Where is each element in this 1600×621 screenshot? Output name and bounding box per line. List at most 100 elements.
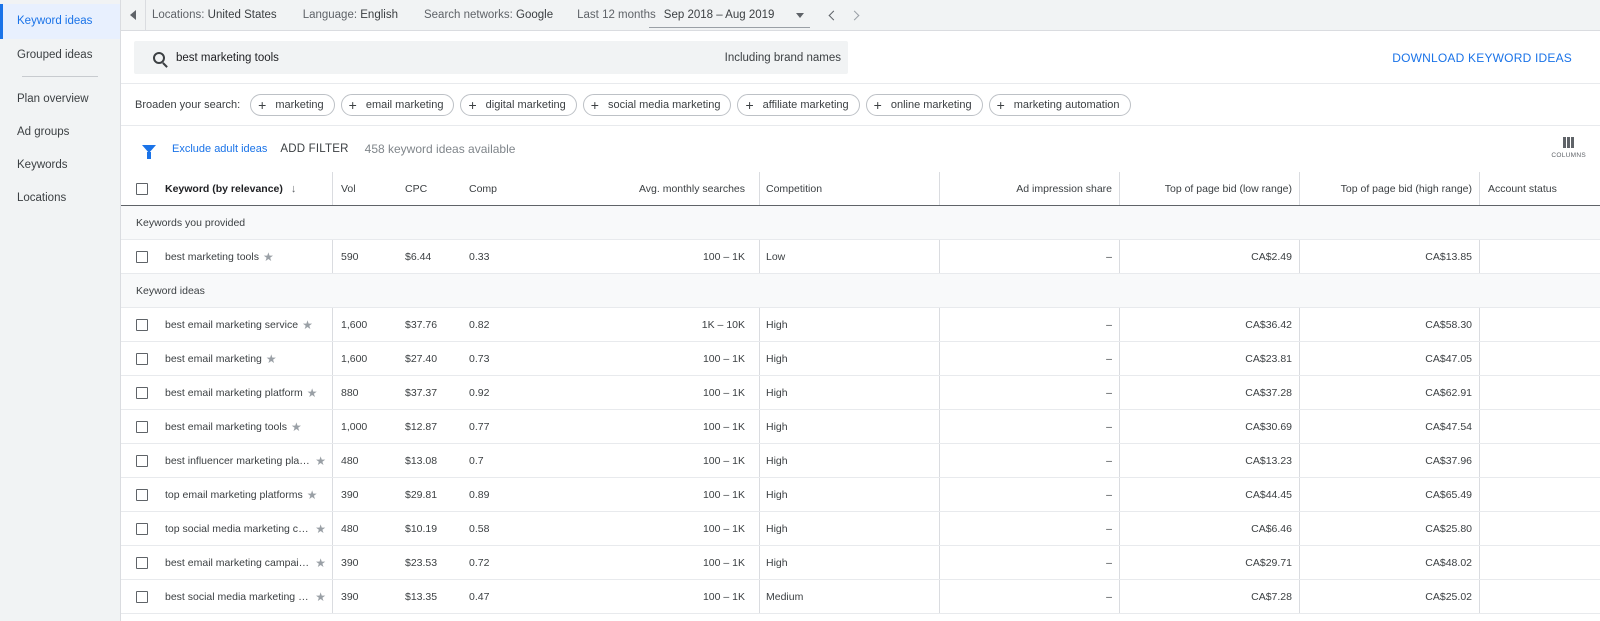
row-checkbox[interactable] (136, 556, 148, 569)
select-all-checkbox[interactable] (136, 182, 148, 195)
row-select-cell (121, 240, 165, 273)
keyword-search-box[interactable]: best marketing tools Including brand nam… (134, 41, 848, 74)
row-select-cell (121, 546, 165, 579)
competition-cell: High (760, 342, 940, 375)
star-icon[interactable]: ★ (315, 556, 326, 570)
table-row[interactable]: best influencer marketing platfo… ★ 480 $13… (121, 444, 1600, 478)
broaden-chip[interactable]: + marketing (250, 93, 335, 116)
date-range-select[interactable]: Last 12 months Sep 2018 – Aug 2019 (577, 9, 811, 28)
sidebar-item-ad-groups[interactable]: Ad groups (0, 116, 120, 149)
previous-period-icon[interactable] (828, 10, 839, 20)
vol-cell: 1,600 (341, 318, 368, 331)
cpc-cell: $6.44 (405, 250, 432, 263)
competition-cell: High (760, 410, 940, 443)
sidebar-item-locations[interactable]: Locations (0, 182, 120, 215)
broaden-chip[interactable]: + affiliate marketing (737, 93, 860, 116)
sidebar-item-keyword-ideas[interactable]: Keyword ideas (0, 4, 120, 39)
sidebar-item-plan-overview[interactable]: Plan overview (0, 83, 120, 116)
collapse-sidebar-button[interactable] (121, 0, 146, 31)
row-select-cell (121, 376, 165, 409)
table-row[interactable]: best email marketing tools ★ 1,000 $12.87 0.… (121, 410, 1600, 444)
cpc-cell: $13.35 (405, 590, 438, 603)
plus-icon: + (745, 96, 754, 113)
chip-label: marketing (275, 98, 324, 111)
star-icon[interactable]: ★ (315, 522, 326, 536)
next-period-icon[interactable] (849, 10, 860, 20)
row-checkbox[interactable] (136, 420, 148, 433)
broaden-chip[interactable]: + marketing automation (988, 93, 1131, 116)
table-row[interactable]: best marketing tools ★ 590 $6.44 0.33 100 – 1… (121, 240, 1600, 274)
header-vol[interactable]: Vol (333, 172, 399, 205)
broaden-chip[interactable]: + social media marketing (582, 93, 732, 116)
header-keyword[interactable]: Keyword (by relevance) ↓ (165, 172, 333, 205)
star-icon[interactable]: ★ (263, 250, 274, 264)
avg-monthly-searches-cell: 100 – 1K (533, 342, 760, 375)
search-input[interactable]: best marketing tools (176, 52, 725, 64)
exclude-adult-ideas-filter[interactable]: Exclude adult ideas (172, 143, 267, 155)
row-checkbox[interactable] (136, 522, 148, 535)
header-competition[interactable]: Competition (760, 172, 940, 205)
header-bid-low[interactable]: Top of page bid (low range) (1120, 172, 1300, 205)
sidebar-item-keywords[interactable]: Keywords (0, 149, 120, 182)
star-icon[interactable]: ★ (291, 420, 302, 434)
row-checkbox[interactable] (136, 454, 148, 467)
header-account-status[interactable]: Account status (1480, 172, 1600, 205)
bid-low-cell: CA$7.28 (1120, 580, 1300, 613)
row-checkbox[interactable] (136, 590, 148, 603)
vol-cell: 390 (341, 556, 359, 569)
broaden-chip[interactable]: + digital marketing (460, 93, 577, 116)
star-icon[interactable]: ★ (315, 454, 326, 468)
star-icon[interactable]: ★ (315, 590, 326, 604)
row-checkbox[interactable] (136, 318, 148, 331)
star-icon[interactable]: ★ (307, 488, 318, 502)
chip-label: digital marketing (485, 98, 566, 111)
vol-cell: 390 (341, 590, 359, 603)
table-row[interactable]: best email marketing ★ 1,600 $27.40 0.73 100 … (121, 342, 1600, 376)
row-checkbox[interactable] (136, 250, 148, 263)
star-icon[interactable]: ★ (307, 386, 318, 400)
header-cpc[interactable]: CPC (399, 172, 465, 205)
plus-icon: + (348, 96, 357, 113)
download-keyword-ideas-button[interactable]: DOWNLOAD KEYWORD IDEAS (1392, 51, 1572, 65)
add-filter-button[interactable]: ADD FILTER (280, 143, 348, 155)
row-checkbox[interactable] (136, 386, 148, 399)
broaden-chip[interactable]: + online marketing (865, 93, 983, 116)
comp-cell: 0.33 (469, 250, 490, 263)
table-row[interactable]: best email marketing platform ★ 880 $37.37 0… (121, 376, 1600, 410)
dropdown-arrow-icon (796, 12, 805, 18)
broaden-chip[interactable]: + email marketing (340, 93, 455, 116)
star-icon[interactable]: ★ (266, 352, 277, 366)
cpc-cell: $29.81 (405, 488, 438, 501)
columns-button[interactable]: COLUMNS (1551, 137, 1586, 159)
header-avg-monthly-searches[interactable]: Avg. monthly searches (533, 172, 760, 205)
chip-label: email marketing (365, 98, 444, 111)
search-networks-setting[interactable]: Search networks: Google (424, 9, 553, 21)
keyword-table: Keyword (by relevance) ↓ Vol CPC Comp Avg… (121, 172, 1600, 614)
bid-high-cell: CA$25.02 (1300, 580, 1480, 613)
filter-row: Exclude adult ideas ADD FILTER 458 keywo… (121, 126, 1600, 172)
plus-icon: + (258, 96, 267, 113)
plus-icon: + (590, 96, 599, 113)
sidebar-item-grouped-ideas[interactable]: Grouped ideas (0, 39, 120, 72)
filter-icon[interactable] (142, 145, 156, 159)
locations-setting[interactable]: Locations: United States (152, 9, 277, 21)
section-row-ideas: Keyword ideas (121, 274, 1600, 308)
row-checkbox[interactable] (136, 352, 148, 365)
table-row[interactable]: best email marketing campaigns ★ 390 $23.53… (121, 546, 1600, 580)
header-bid-high[interactable]: Top of page bid (high range) (1300, 172, 1480, 205)
language-setting[interactable]: Language: English (303, 9, 398, 21)
table-row[interactable]: best social media marketing co… ★ 390 $13.3… (121, 580, 1600, 614)
table-row[interactable]: top social media marketing com… ★ 480 $10.1… (121, 512, 1600, 546)
table-row[interactable]: top email marketing platforms ★ 390 $29.81 0… (121, 478, 1600, 512)
star-icon[interactable]: ★ (302, 318, 313, 332)
row-select-cell (121, 342, 165, 375)
keyword-text: best email marketing (165, 352, 262, 365)
keyword-cell: top social media marketing com… ★ (165, 512, 333, 545)
header-ad-impression-share[interactable]: Ad impression share (940, 172, 1120, 205)
brand-names-toggle[interactable]: Including brand names (725, 52, 841, 64)
row-checkbox[interactable] (136, 488, 148, 501)
header-comp[interactable]: Comp (465, 172, 533, 205)
cpc-cell: $37.76 (405, 318, 438, 331)
impression-share-cell: – (940, 512, 1120, 545)
table-row[interactable]: best email marketing service ★ 1,600 $37.76… (121, 308, 1600, 342)
